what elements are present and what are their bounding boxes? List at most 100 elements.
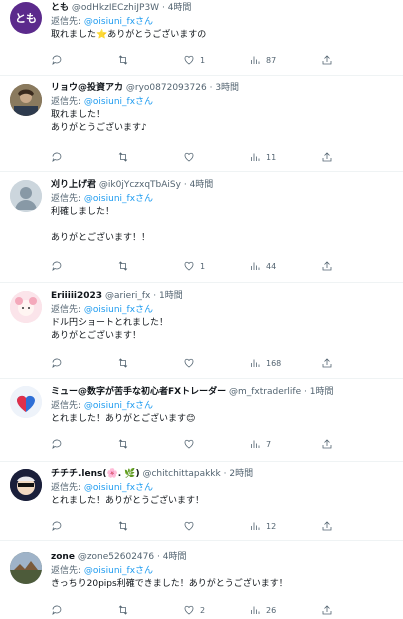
separator-dot: · (304, 387, 307, 397)
retweet-button[interactable] (117, 151, 183, 163)
reply-button[interactable] (51, 260, 117, 272)
reply-item[interactable]: チチチ.lens(🌸. 🌿) @chitchittapakkk · 2時間 返信… (0, 462, 403, 541)
timestamp[interactable]: 4時間 (168, 3, 192, 13)
reply-item[interactable]: リョウ@投資アカ @ryo0872093726 · 3時間 返信先: @oisi… (0, 76, 403, 172)
reply-to-mention[interactable]: @oisiuni_fxさん (84, 305, 153, 315)
reply-to-label: 返信先: (51, 401, 82, 411)
avatar[interactable] (10, 180, 42, 212)
display-name[interactable]: チチチ.lens(🌸. 🌿) (51, 469, 140, 479)
views-button[interactable]: 7 (249, 438, 315, 450)
share-button[interactable] (321, 260, 387, 272)
timestamp[interactable]: 3時間 (215, 83, 239, 93)
like-button[interactable]: 1 (183, 260, 249, 272)
views-button[interactable]: 44 (249, 260, 315, 272)
share-button[interactable] (321, 151, 387, 163)
reply-button[interactable] (51, 438, 117, 450)
user-handle[interactable]: @zone52602476 (78, 552, 154, 562)
user-handle[interactable]: @arieri_fx (105, 291, 150, 301)
like-button[interactable] (183, 357, 249, 369)
avatar[interactable] (10, 291, 42, 323)
retweet-button[interactable] (117, 54, 183, 66)
user-handle[interactable]: @m_fxtraderlife (229, 387, 301, 397)
reply-to-label: 返信先: (51, 305, 82, 315)
display-name[interactable]: Eriiiii2023 (51, 291, 102, 301)
separator-dot: · (183, 180, 187, 190)
reply-button[interactable] (51, 520, 117, 532)
timestamp[interactable]: 1時間 (310, 387, 334, 397)
reply-item[interactable]: ミュー@数字が苦手な初心者FXトレーダー @m_fxtraderlife · 1… (0, 379, 403, 462)
avatar[interactable] (10, 469, 42, 501)
avatar[interactable] (10, 552, 42, 584)
avatar-illustration-icon (10, 291, 42, 323)
share-button[interactable] (321, 520, 387, 532)
display-name[interactable]: とも (51, 3, 69, 13)
reply-to-mention[interactable]: @oisiuni_fxさん (84, 17, 153, 27)
views-button[interactable]: 168 (249, 357, 315, 369)
reply-to-mention[interactable]: @oisiuni_fxさん (84, 97, 153, 107)
like-button[interactable] (183, 520, 249, 532)
reply-to-mention[interactable]: @oisiuni_fxさん (84, 194, 153, 204)
user-handle[interactable]: @odHkzIECzhiJP3W (72, 3, 159, 13)
share-button[interactable] (321, 357, 387, 369)
display-name[interactable]: 刈り上げ君 (51, 180, 96, 190)
reply-button[interactable] (51, 54, 117, 66)
retweet-button[interactable] (117, 604, 183, 616)
reply-item[interactable]: とも とも @odHkzIECzhiJP3W · 4時間 返信先: @oisiu… (0, 0, 403, 76)
like-count: 2 (200, 605, 206, 615)
retweet-button[interactable] (117, 438, 183, 450)
like-button[interactable] (183, 151, 249, 163)
retweet-button[interactable] (117, 357, 183, 369)
timestamp[interactable]: 2時間 (229, 469, 253, 479)
timestamp[interactable]: 1時間 (159, 291, 183, 301)
reply-to-line: 返信先: @oisiuni_fxさん (51, 565, 395, 577)
retweet-button[interactable] (117, 260, 183, 272)
reply-to-mention[interactable]: @oisiuni_fxさん (84, 401, 153, 411)
heart-icon (184, 521, 194, 531)
avatar[interactable] (10, 84, 42, 116)
share-button[interactable] (321, 438, 387, 450)
heart-icon (184, 261, 194, 271)
reply-header: 刈り上げ君 @ik0jYczxqTbAiSy · 4時間 (51, 179, 395, 191)
display-name[interactable]: zone (51, 552, 75, 562)
reply-item[interactable]: 刈り上げ君 @ik0jYczxqTbAiSy · 4時間 返信先: @oisiu… (0, 172, 403, 283)
user-handle[interactable]: @chitchittapakkk (142, 469, 220, 479)
user-handle[interactable]: @ryo0872093726 (126, 83, 207, 93)
reply-item[interactable]: zone @zone52602476 · 4時間 返信先: @oisiuni_f… (0, 541, 403, 619)
reply-header: zone @zone52602476 · 4時間 (51, 551, 395, 563)
views-chart-icon (251, 153, 260, 161)
display-name[interactable]: リョウ@投資アカ (51, 83, 123, 93)
display-name[interactable]: ミュー@数字が苦手な初心者FXトレーダー (51, 387, 226, 397)
like-button[interactable]: 1 (183, 54, 249, 66)
reply-to-mention[interactable]: @oisiuni_fxさん (84, 483, 153, 493)
views-button[interactable]: 87 (249, 54, 315, 66)
comment-icon (52, 152, 62, 162)
like-count: 1 (200, 55, 206, 65)
avatar[interactable] (10, 386, 42, 418)
like-button[interactable] (183, 438, 249, 450)
reply-to-mention[interactable]: @oisiuni_fxさん (84, 566, 153, 576)
reply-to-line: 返信先: @oisiuni_fxさん (51, 482, 395, 494)
views-chart-icon (251, 359, 260, 367)
reply-item[interactable]: Eriiiii2023 @arieri_fx · 1時間 返信先: @oisiu… (0, 283, 403, 379)
reply-button[interactable] (51, 357, 117, 369)
avatar[interactable]: とも (10, 2, 42, 34)
share-button[interactable] (321, 54, 387, 66)
views-button[interactable]: 12 (249, 520, 315, 532)
reply-button[interactable] (51, 604, 117, 616)
views-button[interactable]: 11 (249, 151, 315, 163)
reply-to-label: 返信先: (51, 97, 82, 107)
like-button[interactable]: 2 (183, 604, 249, 616)
reply-button[interactable] (51, 151, 117, 163)
views-count: 12 (266, 521, 277, 531)
reply-text: 取れました⭐ありがとうございますの (51, 30, 207, 40)
user-handle[interactable]: @ik0jYczxqTbAiSy (99, 180, 181, 190)
reply-to-line: 返信先: @oisiuni_fxさん (51, 96, 395, 108)
reply-text: とれました！ありがとございます😊 (51, 414, 196, 424)
action-bar: 2 26 (51, 603, 351, 617)
share-button[interactable] (321, 604, 387, 616)
timestamp[interactable]: 4時間 (163, 552, 187, 562)
views-button[interactable]: 26 (249, 604, 315, 616)
retweet-button[interactable] (117, 520, 183, 532)
retweet-icon (118, 439, 128, 449)
timestamp[interactable]: 4時間 (190, 180, 214, 190)
